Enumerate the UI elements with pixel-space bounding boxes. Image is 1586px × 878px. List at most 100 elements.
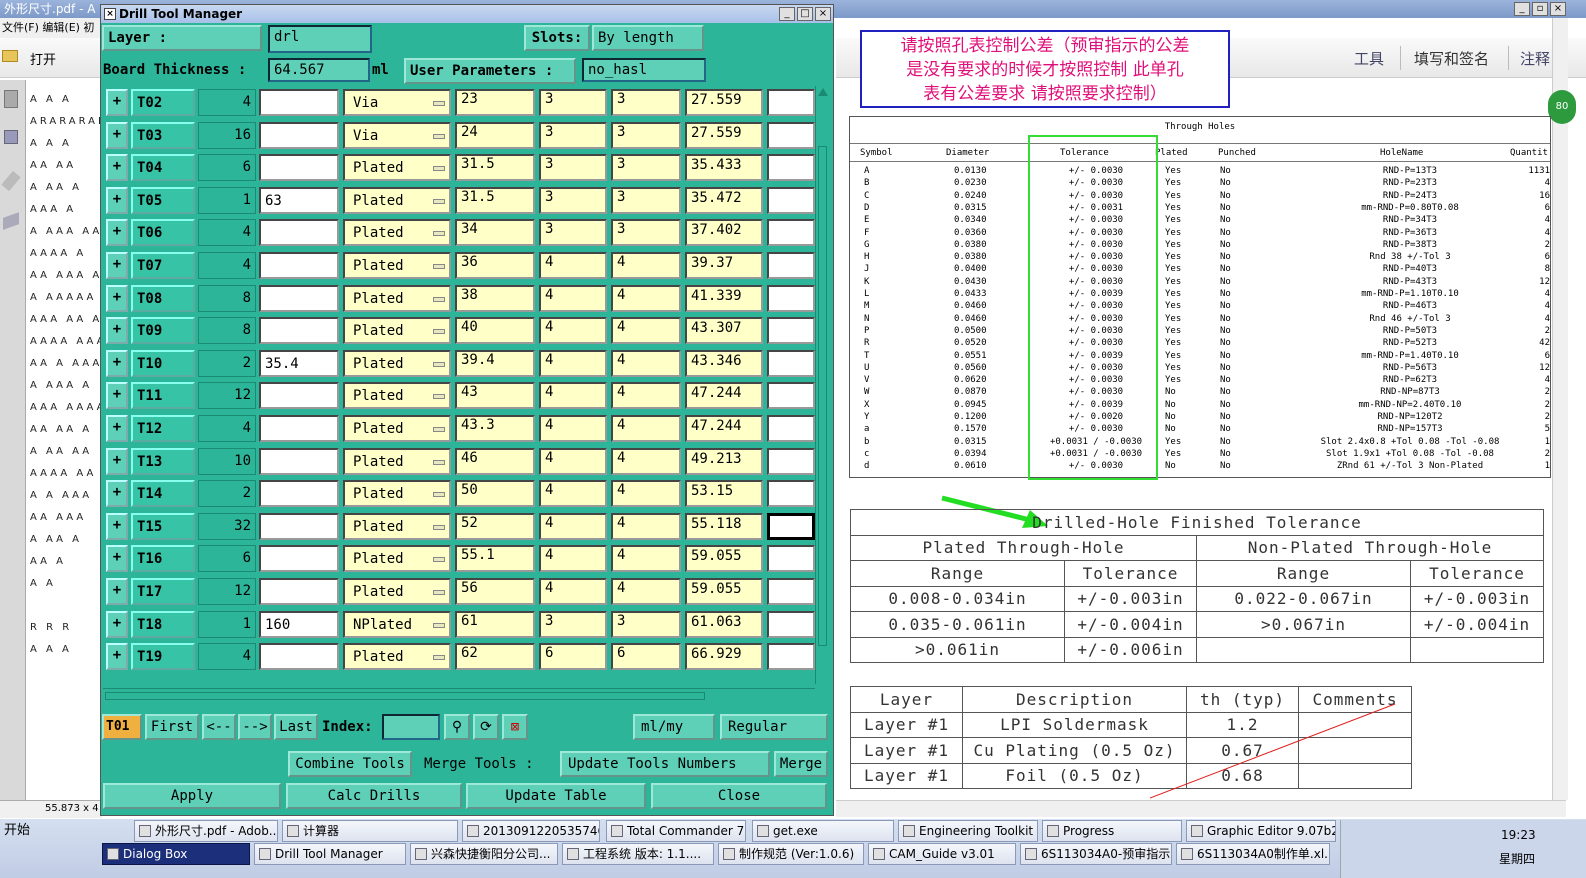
tool-size-input[interactable]: 61.063 bbox=[685, 610, 763, 638]
drill-size-input[interactable]: 31.5 bbox=[455, 186, 535, 214]
finish-size-input[interactable]: 63 bbox=[259, 186, 339, 214]
dropdown-icon[interactable] bbox=[433, 655, 445, 661]
expand-icon[interactable]: + bbox=[106, 219, 128, 247]
plus-tol-input[interactable]: 3 bbox=[539, 219, 607, 247]
plus-tol-input[interactable]: 3 bbox=[539, 154, 607, 182]
extra-input[interactable] bbox=[767, 186, 815, 214]
expand-icon[interactable]: + bbox=[106, 447, 128, 475]
plus-tol-input[interactable]: 4 bbox=[539, 512, 607, 540]
finish-size-input[interactable] bbox=[259, 545, 339, 573]
minus-tol-input[interactable]: 4 bbox=[611, 578, 681, 605]
taskbar-button[interactable]: 6S113034A0-预审指示... bbox=[1020, 843, 1172, 865]
taskbar-button[interactable]: 制作规范 (Ver:1.0.6) bbox=[718, 843, 864, 865]
minus-tol-input[interactable]: 4 bbox=[611, 317, 681, 345]
taskbar-button[interactable]: get.exe bbox=[752, 820, 894, 842]
expand-icon[interactable]: + bbox=[106, 480, 128, 508]
minus-tol-input[interactable]: 4 bbox=[611, 415, 681, 442]
tab-comment[interactable]: 注释 bbox=[1520, 48, 1550, 69]
drill-size-input[interactable]: 62 bbox=[455, 643, 535, 671]
type-select[interactable]: Plated bbox=[343, 480, 451, 508]
dropdown-icon[interactable] bbox=[433, 459, 445, 465]
dropdown-icon[interactable] bbox=[433, 557, 445, 563]
attachment-icon[interactable] bbox=[1, 170, 21, 192]
tool-size-input[interactable]: 43.346 bbox=[685, 349, 763, 377]
drill-size-input[interactable]: 31.5 bbox=[455, 154, 535, 182]
extra-input[interactable] bbox=[767, 578, 815, 605]
plus-tol-input[interactable]: 4 bbox=[539, 382, 607, 410]
taskbar-button[interactable]: Total Commander 7.0... bbox=[606, 820, 746, 842]
drill-size-input[interactable]: 43.3 bbox=[455, 415, 535, 442]
maximize-icon[interactable]: □ bbox=[797, 7, 813, 21]
plus-tol-input[interactable]: 4 bbox=[539, 480, 607, 508]
hscroll-thumb[interactable] bbox=[105, 692, 705, 700]
expand-icon[interactable]: + bbox=[106, 610, 128, 638]
dropdown-icon[interactable] bbox=[433, 101, 445, 106]
extra-input[interactable] bbox=[767, 610, 815, 638]
drill-size-input[interactable]: 24 bbox=[455, 121, 535, 149]
taskbar-button[interactable]: 外形尺寸.pdf - Adob... bbox=[134, 820, 278, 842]
tool-size-input[interactable]: 66.929 bbox=[685, 643, 763, 671]
extra-input[interactable] bbox=[767, 480, 815, 508]
taskbar-button[interactable]: Graphic Editor 9.07b2... bbox=[1186, 820, 1336, 842]
drill-size-input[interactable]: 36 bbox=[455, 252, 535, 279]
tool-size-input[interactable]: 41.339 bbox=[685, 284, 763, 312]
tool-size-input[interactable]: 37.402 bbox=[685, 219, 763, 247]
delete-icon[interactable]: ⊠ bbox=[502, 714, 528, 740]
plus-tol-input[interactable]: 3 bbox=[539, 121, 607, 149]
tool-size-input[interactable]: 49.213 bbox=[685, 447, 763, 475]
drill-size-input[interactable]: 39.4 bbox=[455, 349, 535, 377]
drill-size-input[interactable]: 40 bbox=[455, 317, 535, 345]
finish-size-input[interactable]: 35.4 bbox=[259, 349, 339, 377]
plus-tol-input[interactable]: 4 bbox=[539, 284, 607, 312]
extra-input[interactable] bbox=[767, 349, 815, 377]
drill-size-input[interactable]: 34 bbox=[455, 219, 535, 247]
expand-icon[interactable]: + bbox=[106, 186, 128, 214]
minus-tol-input[interactable]: 4 bbox=[611, 447, 681, 475]
dropdown-icon[interactable] bbox=[433, 264, 445, 269]
drill-size-input[interactable]: 52 bbox=[455, 512, 535, 540]
finish-size-input[interactable] bbox=[259, 480, 339, 508]
extra-input[interactable] bbox=[767, 545, 815, 573]
taskbar-button[interactable]: Dialog Box bbox=[102, 843, 250, 865]
minus-tol-input[interactable]: 4 bbox=[611, 480, 681, 508]
minus-tol-input[interactable]: 4 bbox=[611, 284, 681, 312]
plus-tol-input[interactable]: 4 bbox=[539, 349, 607, 377]
plus-tol-input[interactable]: 4 bbox=[539, 578, 607, 605]
refresh-icon[interactable]: ⟳ bbox=[473, 714, 499, 740]
tool-size-input[interactable]: 27.559 bbox=[685, 89, 763, 116]
extra-input[interactable] bbox=[767, 89, 815, 116]
index-input[interactable] bbox=[382, 714, 440, 740]
restore-icon[interactable]: ▫ bbox=[1532, 2, 1548, 16]
expand-icon[interactable]: + bbox=[106, 415, 128, 442]
expand-icon[interactable]: + bbox=[106, 317, 128, 345]
expand-icon[interactable]: + bbox=[106, 382, 128, 410]
type-select[interactable]: NPlated bbox=[343, 610, 451, 638]
expand-icon[interactable]: + bbox=[106, 89, 128, 116]
type-select[interactable]: Plated bbox=[343, 154, 451, 182]
mode-select[interactable]: Regular bbox=[720, 714, 828, 740]
taskbar-button[interactable]: Progress bbox=[1042, 820, 1182, 842]
taskbar-button[interactable]: Drill Tool Manager bbox=[254, 843, 406, 865]
type-select[interactable]: Plated bbox=[343, 447, 451, 475]
plus-tol-input[interactable]: 6 bbox=[539, 643, 607, 671]
tool-size-input[interactable]: 27.559 bbox=[685, 121, 763, 149]
drill-size-input[interactable]: 50 bbox=[455, 480, 535, 508]
taskbar-button[interactable]: 201309122053574​68... bbox=[462, 820, 600, 842]
finish-size-input[interactable] bbox=[259, 382, 339, 410]
first-button[interactable]: First bbox=[145, 714, 199, 740]
dropdown-icon[interactable] bbox=[433, 296, 445, 302]
units-select[interactable]: ml/my bbox=[633, 714, 715, 740]
layer-input[interactable]: drl bbox=[268, 25, 372, 53]
tool-size-input[interactable]: 59.055 bbox=[685, 578, 763, 605]
type-select[interactable]: Plated bbox=[343, 219, 451, 247]
type-select[interactable]: Plated bbox=[343, 512, 451, 540]
minus-tol-input[interactable]: 3 bbox=[611, 219, 681, 247]
drill-size-input[interactable]: 55.1 bbox=[455, 545, 535, 573]
type-select[interactable]: Plated bbox=[343, 186, 451, 214]
merge-tools-select[interactable]: Update Tools Numbers bbox=[560, 751, 770, 777]
close-button[interactable]: Close bbox=[651, 783, 827, 809]
expand-icon[interactable]: + bbox=[106, 252, 128, 279]
tab-fill-sign[interactable]: 填写和签名 bbox=[1414, 48, 1489, 69]
dropdown-icon[interactable] bbox=[433, 231, 445, 237]
dropdown-icon[interactable] bbox=[433, 394, 445, 400]
